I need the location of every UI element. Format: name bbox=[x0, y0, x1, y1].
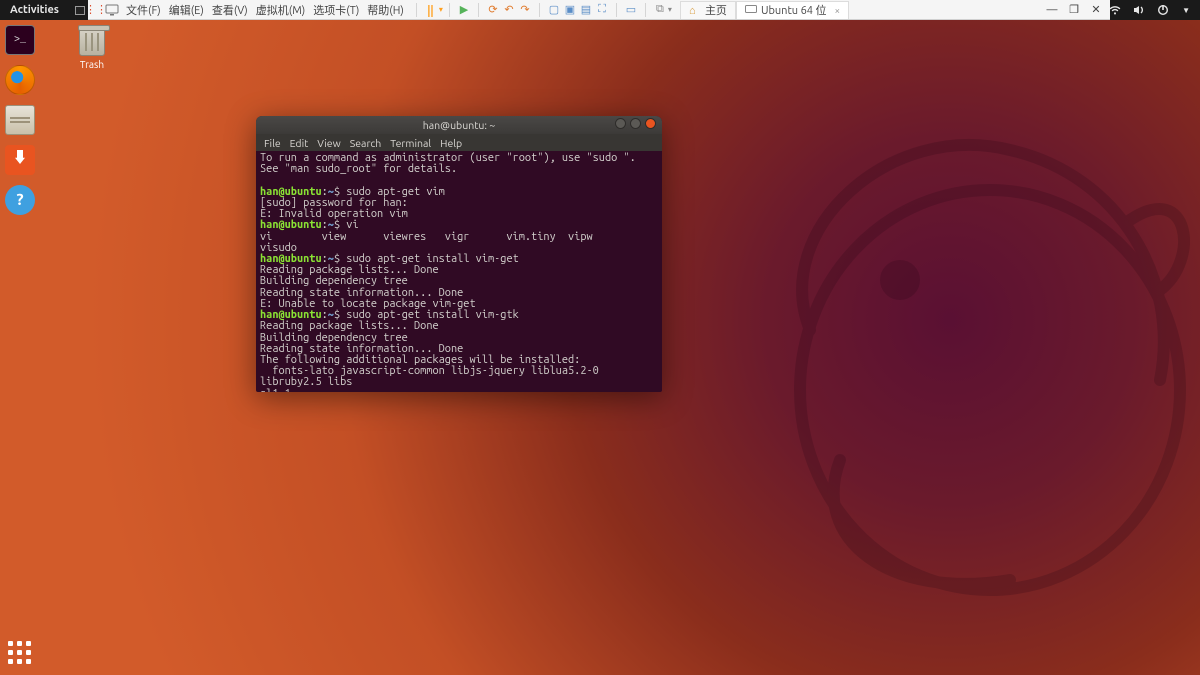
terminal-maximize-button[interactable] bbox=[630, 118, 641, 129]
fullscreen-icon[interactable]: ⛶ bbox=[594, 2, 610, 18]
unity-icon[interactable]: ▭ bbox=[623, 2, 639, 18]
vm-host-toolbar: ⋮⋮ 文件(F) 编辑(E) 查看(V) 虚拟机(M) 选项卡(T) 帮助(H)… bbox=[88, 0, 1110, 20]
terminal-menu-terminal[interactable]: Terminal bbox=[390, 137, 431, 149]
vm-menu-view[interactable]: 查看(V) bbox=[212, 2, 248, 18]
ubuntu-dock bbox=[0, 20, 40, 675]
minimize-button[interactable]: — bbox=[1044, 3, 1060, 17]
terminal-menu-search[interactable]: Search bbox=[350, 137, 382, 149]
stretch-icon[interactable]: ▤ bbox=[578, 2, 594, 18]
vm-tab-icon bbox=[745, 5, 757, 15]
home-icon: ⌂ bbox=[689, 5, 701, 15]
device-icon[interactable]: ⧉ bbox=[652, 2, 668, 18]
terminal-titlebar[interactable]: han@ubuntu: ~ bbox=[256, 116, 662, 134]
activities-button[interactable]: Activities bbox=[0, 4, 69, 16]
terminal-menu-edit[interactable]: Edit bbox=[290, 137, 309, 149]
vm-tabs: ⌂ 主页 Ubuntu 64 位 × bbox=[680, 1, 849, 19]
fit-guest-icon[interactable]: ▢ bbox=[546, 2, 562, 18]
desktop-trash[interactable]: Trash bbox=[68, 28, 116, 70]
dock-firefox-icon[interactable] bbox=[5, 65, 35, 95]
trash-label: Trash bbox=[68, 59, 116, 70]
dock-software-icon[interactable] bbox=[5, 145, 35, 175]
device-dropdown-icon[interactable]: ▾ bbox=[668, 5, 672, 14]
terminal-indicator-icon bbox=[75, 6, 85, 15]
vm-menu-bar: 文件(F) 编辑(E) 查看(V) 虚拟机(M) 选项卡(T) 帮助(H) bbox=[120, 2, 410, 18]
terminal-window[interactable]: han@ubuntu: ~ File Edit View Search Term… bbox=[256, 116, 662, 392]
dock-files-icon[interactable] bbox=[5, 105, 35, 135]
vm-menu-file[interactable]: 文件(F) bbox=[126, 2, 161, 18]
close-icon[interactable]: × bbox=[835, 5, 841, 16]
dock-button[interactable]: ❐ bbox=[1066, 3, 1082, 17]
terminal-menubar: File Edit View Search Terminal Help bbox=[256, 134, 662, 151]
vm-tab-ubuntu-label: Ubuntu 64 位 bbox=[761, 2, 827, 18]
vm-icon[interactable] bbox=[104, 2, 120, 18]
clock-back-icon[interactable]: ↶ bbox=[501, 2, 517, 18]
dock-help-icon[interactable] bbox=[5, 185, 35, 215]
volume-icon bbox=[1132, 3, 1146, 17]
terminal-menu-file[interactable]: File bbox=[264, 137, 281, 149]
clock-forward-icon[interactable]: ↷ bbox=[517, 2, 533, 18]
terminal-title: han@ubuntu: ~ bbox=[423, 119, 495, 131]
fit-window-icon[interactable]: ▣ bbox=[562, 2, 578, 18]
vm-menu-edit[interactable]: 编辑(E) bbox=[169, 2, 204, 18]
chevron-down-icon: ▼ bbox=[1182, 6, 1190, 15]
play-icon[interactable]: ▶ bbox=[456, 2, 472, 18]
terminal-minimize-button[interactable] bbox=[615, 118, 626, 129]
top-status-area[interactable]: ▼ bbox=[1108, 3, 1200, 17]
dock-terminal-icon[interactable] bbox=[5, 25, 35, 55]
pause-icon[interactable]: ‖ bbox=[423, 2, 439, 18]
vm-menu-vm[interactable]: 虚拟机(M) bbox=[256, 2, 306, 18]
vm-menu-help[interactable]: 帮助(H) bbox=[367, 2, 404, 18]
terminal-menu-view[interactable]: View bbox=[317, 137, 341, 149]
trash-icon bbox=[79, 28, 105, 56]
vm-tab-home[interactable]: ⌂ 主页 bbox=[680, 1, 736, 19]
vm-tab-home-label: 主页 bbox=[705, 2, 727, 18]
terminal-menu-help[interactable]: Help bbox=[440, 137, 462, 149]
terminal-content[interactable]: To run a command as administrator (user … bbox=[256, 151, 662, 392]
vm-window-controls: — ❐ ✕ bbox=[1044, 3, 1110, 17]
restore-button[interactable]: ✕ bbox=[1088, 3, 1104, 17]
power-icon bbox=[1156, 3, 1170, 17]
grip-icon[interactable]: ⋮⋮ bbox=[88, 2, 104, 18]
terminal-close-button[interactable] bbox=[645, 118, 656, 129]
show-applications-icon[interactable] bbox=[8, 641, 32, 665]
vm-tab-ubuntu[interactable]: Ubuntu 64 位 × bbox=[736, 1, 849, 19]
wallpaper-beaver-silhouette bbox=[690, 80, 1200, 620]
vm-menu-tabs[interactable]: 选项卡(T) bbox=[313, 2, 359, 18]
network-icon bbox=[1108, 3, 1122, 17]
snapshot-icon[interactable]: ⟳ bbox=[485, 2, 501, 18]
